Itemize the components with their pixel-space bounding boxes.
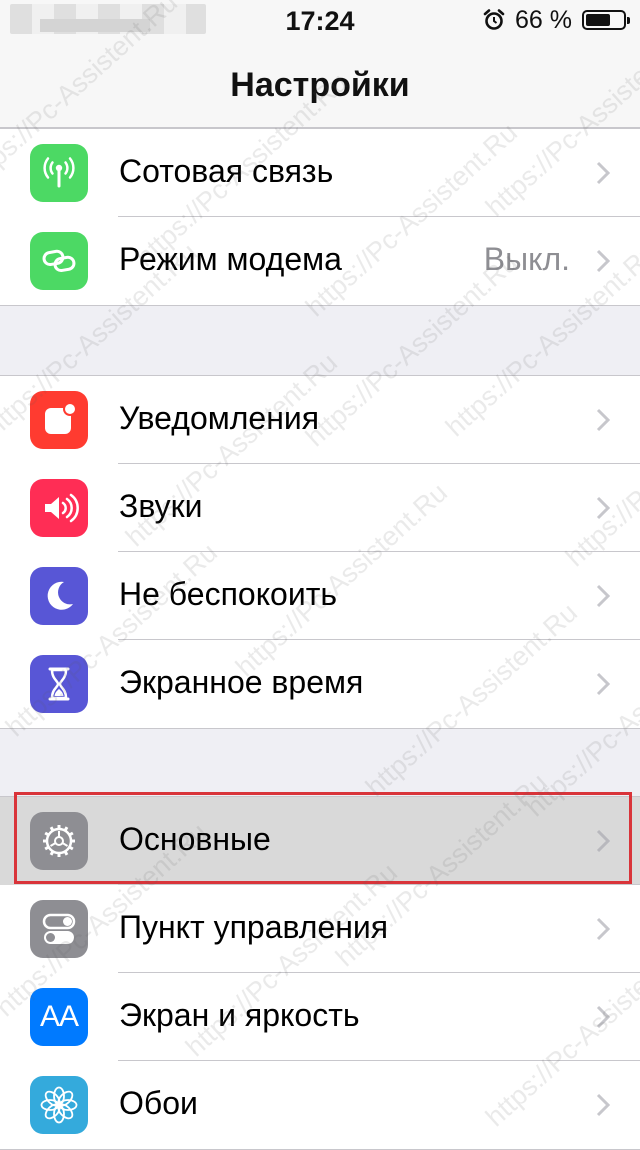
chevron-right-icon [596,829,610,853]
settings-item-label: Обои [119,1085,198,1121]
text-size-glyph: AA [39,1000,79,1033]
battery-level [586,14,610,26]
hourglass-icon [30,655,88,713]
settings-item-label: Сотовая связь [119,153,334,189]
battery-percent: 66 % [515,5,572,34]
chevron-right-icon [596,584,610,608]
settings-item-label: Режим модема [119,241,342,277]
chevron-right-icon [596,672,610,696]
settings-group-general: Основные Пункт управления AA Экран и ярк… [0,796,640,1150]
chevron-right-icon [596,249,610,273]
settings-item-display-brightness[interactable]: AA Экран и яркость [0,973,640,1061]
settings-item-label: Уведомления [119,400,320,436]
alarm-icon [483,9,505,30]
settings-item-label: Пункт управления [119,909,389,945]
settings-item-screen-time[interactable]: Экранное время [0,640,640,728]
settings-item-sounds[interactable]: Звуки [0,464,640,552]
nav-bar: Настройки [0,40,640,128]
hotspot-status-value: Выкл. [483,241,570,277]
settings-item-label: Не беспокоить [119,576,338,612]
settings-group-network: Сотовая связь Режим модема Выкл. [0,128,640,306]
settings-item-general[interactable]: Основные [0,797,640,885]
notifications-icon [30,391,88,449]
settings-item-hotspot[interactable]: Режим модема Выкл. [0,217,640,305]
chevron-right-icon [596,496,610,520]
moon-icon [30,567,88,625]
gear-icon [30,812,88,870]
settings-item-label: Экранное время [119,664,364,700]
settings-item-do-not-disturb[interactable]: Не беспокоить [0,552,640,640]
battery-icon [582,10,630,30]
settings-item-label: Основные [119,821,271,857]
speaker-icon [30,479,88,537]
flower-icon [30,1076,88,1134]
chevron-right-icon [596,408,610,432]
chevron-right-icon [596,1093,610,1117]
toggles-icon [30,900,88,958]
page-title: Настройки [230,66,410,104]
settings-item-notifications[interactable]: Уведомления [0,376,640,464]
status-right: 66 % [483,5,630,34]
chevron-right-icon [596,1005,610,1029]
antenna-icon [30,144,88,202]
settings-item-label: Экран и яркость [119,997,360,1033]
text-size-icon: AA [30,988,88,1046]
chevron-right-icon [596,917,610,941]
settings-item-label: Звуки [119,488,203,524]
settings-item-cellular[interactable]: Сотовая связь [0,129,640,217]
chevron-right-icon [596,161,610,185]
settings-item-control-center[interactable]: Пункт управления [0,885,640,973]
chain-link-icon [30,232,88,290]
settings-group-notifications: Уведомления Звуки Не беспокоить Экранное… [0,375,640,729]
status-bar: 17:24 66 % [0,0,640,40]
